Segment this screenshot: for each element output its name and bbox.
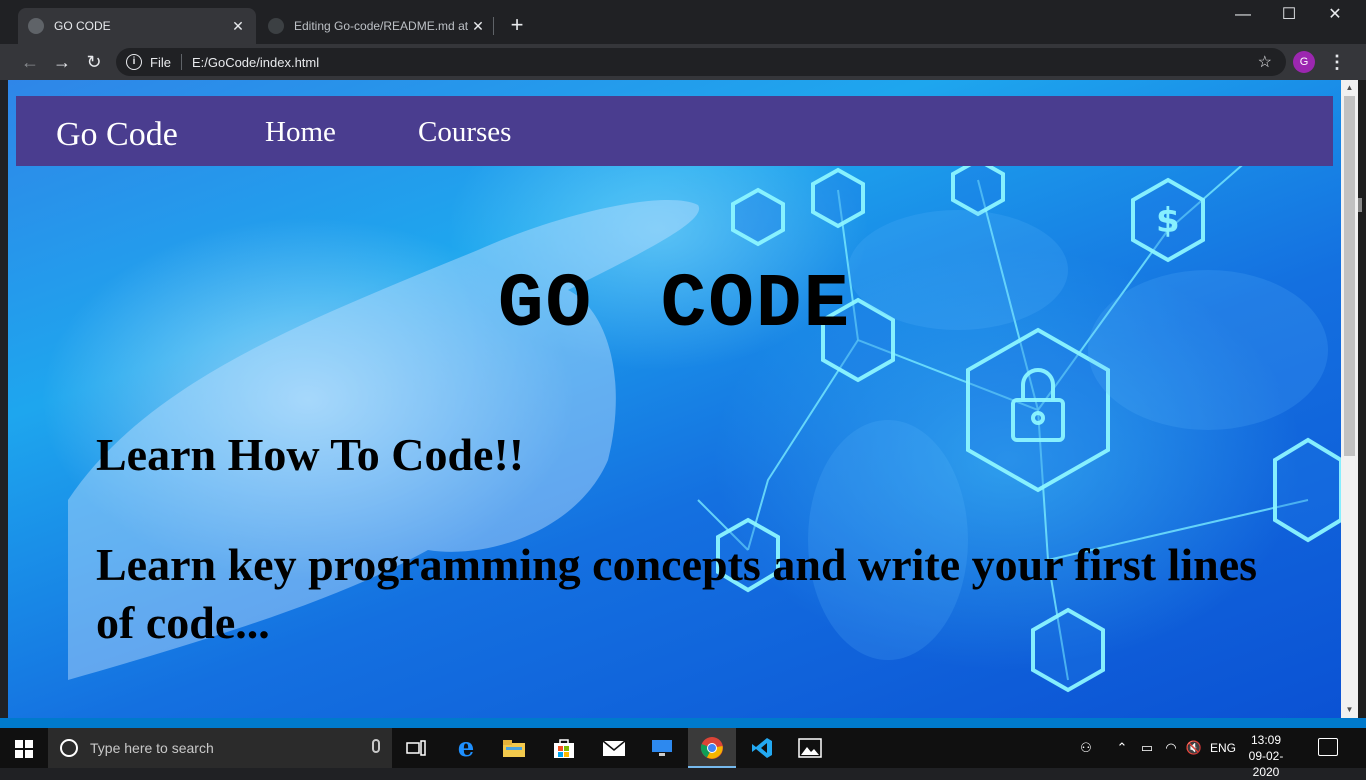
windows-logo-icon [15,740,33,758]
action-center-icon[interactable] [1318,738,1338,756]
mail-icon[interactable] [590,728,638,768]
globe-icon [28,18,44,34]
tab-separator [493,17,494,35]
file-explorer-icon[interactable] [490,728,538,768]
nav-link-courses[interactable]: Courses [418,116,511,149]
battery-icon[interactable]: ▭ [1137,728,1157,768]
microphone-icon[interactable] [372,739,380,753]
site-brand-logo[interactable]: Go Code [56,116,178,154]
scroll-up-arrow-icon[interactable]: ▲ [1341,81,1358,95]
edge-marker [1358,198,1362,212]
remote-desktop-icon[interactable] [638,728,686,768]
maximize-button[interactable]: ☐ [1266,0,1312,32]
cortana-icon [60,739,78,757]
hero-title: GO CODE [497,262,852,348]
wifi-icon[interactable]: ◠ [1160,728,1182,768]
address-divider [180,54,182,70]
github-icon [268,18,284,34]
page-scrollbar[interactable]: ▲ ▼ [1341,80,1358,718]
photos-icon[interactable] [786,728,834,768]
menu-kebab-icon[interactable]: ⋮ [1328,49,1346,75]
new-tab-button[interactable]: + [504,12,530,40]
bookmark-star-icon[interactable]: ☆ [1258,52,1272,72]
site-navbar: Go Code Home Courses [16,96,1333,166]
forward-arrow-icon[interactable]: → [49,49,75,75]
profile-avatar[interactable]: G [1293,51,1315,73]
taskbar-search-box[interactable]: Type here to search [48,728,392,768]
browser-tab-bar: GO CODE ✕ Editing Go-code/README.md at ✕… [0,0,1366,44]
vscode-status-bar [0,718,1366,728]
close-window-button[interactable]: ✕ [1312,0,1358,32]
reload-icon[interactable]: ↻ [81,49,107,75]
address-scheme-label: File [150,54,171,70]
show-hidden-icons-chevron-icon[interactable]: ⌃ [1113,728,1131,768]
minimize-button[interactable]: — [1220,0,1266,32]
tab-title: Editing Go-code/README.md at [294,19,469,33]
tab-close-icon[interactable]: ✕ [470,18,486,35]
page-viewport: $ Go Code Home Courses GO CODE Learn How… [8,80,1341,718]
start-button[interactable] [0,728,48,768]
tab-editing-readme[interactable]: Editing Go-code/README.md at ✕ [258,8,496,44]
edge-browser-icon[interactable]: e [442,728,490,768]
tab-close-icon[interactable]: ✕ [230,18,246,35]
scroll-down-arrow-icon[interactable]: ▼ [1341,703,1358,717]
browser-toolbar: ← → ↻ i File E:/GoCode/index.html ☆ G ⋮ [0,44,1366,80]
tab-go-code[interactable]: GO CODE ✕ [18,8,256,44]
nav-link-home[interactable]: Home [265,116,336,149]
clock-date: 09-02-2020 [1248,749,1284,779]
search-placeholder: Type here to search [90,740,214,756]
windows-taskbar: Type here to search e ⚇ ⌃ ▭ ◠ 🔇 ENG 13:0… [0,728,1366,779]
address-url[interactable]: E:/GoCode/index.html [192,55,319,70]
hero-subtitle: Learn key programming concepts and write… [96,539,1258,648]
language-indicator[interactable]: ENG [1208,728,1238,768]
volume-muted-icon[interactable]: 🔇 [1184,728,1204,768]
people-icon[interactable]: ⚇ [1076,728,1096,768]
tab-title: GO CODE [54,19,111,33]
info-icon[interactable]: i [126,54,142,70]
vscode-icon[interactable] [738,728,786,768]
clock-time: 13:09 [1250,733,1282,747]
svg-text:$: $ [1156,201,1180,241]
background-window-edge [1358,80,1366,718]
chrome-icon[interactable] [688,728,736,768]
scrollbar-thumb[interactable] [1344,96,1355,456]
microsoft-store-icon[interactable] [540,728,588,768]
hero-tagline: Learn How To Code!! [96,429,525,480]
back-arrow-icon[interactable]: ← [17,49,43,75]
task-view-icon[interactable] [392,728,440,768]
address-bar[interactable]: i File E:/GoCode/index.html ☆ [116,48,1286,76]
taskbar-clock[interactable]: 13:09 09-02-2020 [1236,732,1296,780]
